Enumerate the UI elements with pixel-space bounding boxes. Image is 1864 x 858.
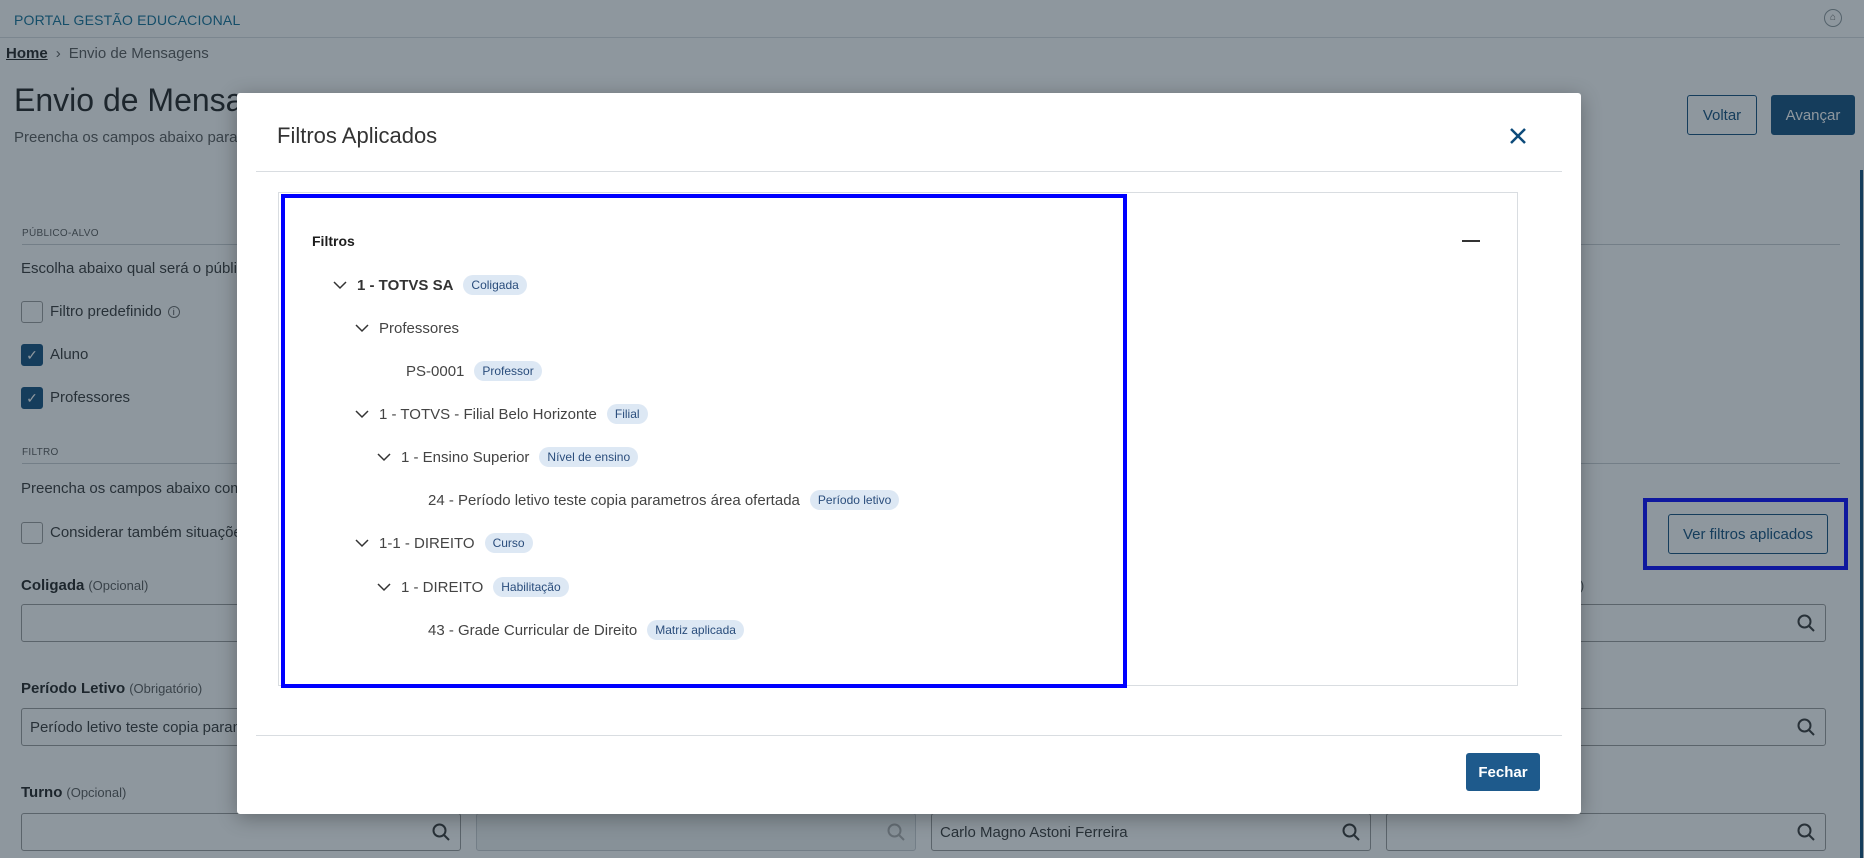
tree-node-tag: Curso xyxy=(484,533,533,553)
tree-node-label: 1 - DIREITO xyxy=(401,578,484,596)
tree-node-label: 1 - Ensino Superior xyxy=(401,448,530,466)
tree-node-label: 1 - TOTVS - Filial Belo Horizonte xyxy=(379,405,597,423)
tree-node-nivel-ensino[interactable]: 1 - Ensino Superior Nível de ensino xyxy=(377,445,639,469)
chevron-down-icon[interactable] xyxy=(333,278,347,292)
tree-node-professor[interactable]: PS-0001 Professor xyxy=(406,359,542,383)
modal-divider xyxy=(256,735,1562,736)
tree-node-matriz-aplicada[interactable]: 43 - Grade Curricular de Direito Matriz … xyxy=(428,618,744,642)
tree-node-tag: Matriz aplicada xyxy=(647,620,744,640)
tree-node-label: Professores xyxy=(379,319,460,337)
tree-node-label: 1 - TOTVS SA xyxy=(357,276,454,294)
chevron-down-icon[interactable] xyxy=(355,321,369,335)
chevron-down-icon[interactable] xyxy=(355,407,369,421)
tree-node-tag: Coligada xyxy=(463,275,527,295)
tree-node-periodo-letivo[interactable]: 24 - Período letivo teste copia parametr… xyxy=(428,488,900,512)
tree-node-tag: Habilitação xyxy=(493,577,569,597)
tree-node-professores[interactable]: Professores xyxy=(355,316,469,340)
tree-node-curso[interactable]: 1-1 - DIREITO Curso xyxy=(355,531,533,555)
chevron-down-icon[interactable] xyxy=(377,580,391,594)
tree-header: Filtros xyxy=(312,233,355,249)
filtros-aplicados-modal: Filtros Aplicados Filtros 1 - TOTVS SA C… xyxy=(237,93,1581,814)
tree-node-label: PS-0001 xyxy=(406,362,465,380)
collapse-icon[interactable] xyxy=(1462,240,1480,242)
modal-title: Filtros Aplicados xyxy=(277,123,438,148)
focus-highlight xyxy=(281,194,1127,688)
fechar-button[interactable]: Fechar xyxy=(1466,753,1540,791)
tree-node-coligada[interactable]: 1 - TOTVS SA Coligada xyxy=(333,273,527,297)
tree-node-tag: Filial xyxy=(606,404,648,424)
chevron-down-icon[interactable] xyxy=(377,450,391,464)
tree-node-tag: Período letivo xyxy=(809,490,900,510)
tree-node-tag: Nível de ensino xyxy=(539,447,639,467)
tree-node-label: 43 - Grade Curricular de Direito xyxy=(428,621,638,639)
modal-divider xyxy=(256,171,1562,172)
tree-node-label: 1-1 - DIREITO xyxy=(379,534,475,552)
chevron-down-icon[interactable] xyxy=(355,536,369,550)
tree-node-habilitacao[interactable]: 1 - DIREITO Habilitação xyxy=(377,575,569,599)
tree-node-tag: Professor xyxy=(474,361,542,381)
tree-node-label: 24 - Período letivo teste copia parametr… xyxy=(428,491,800,509)
tree-node-filial[interactable]: 1 - TOTVS - Filial Belo Horizonte Filial xyxy=(355,402,648,426)
close-icon[interactable] xyxy=(1505,123,1531,149)
